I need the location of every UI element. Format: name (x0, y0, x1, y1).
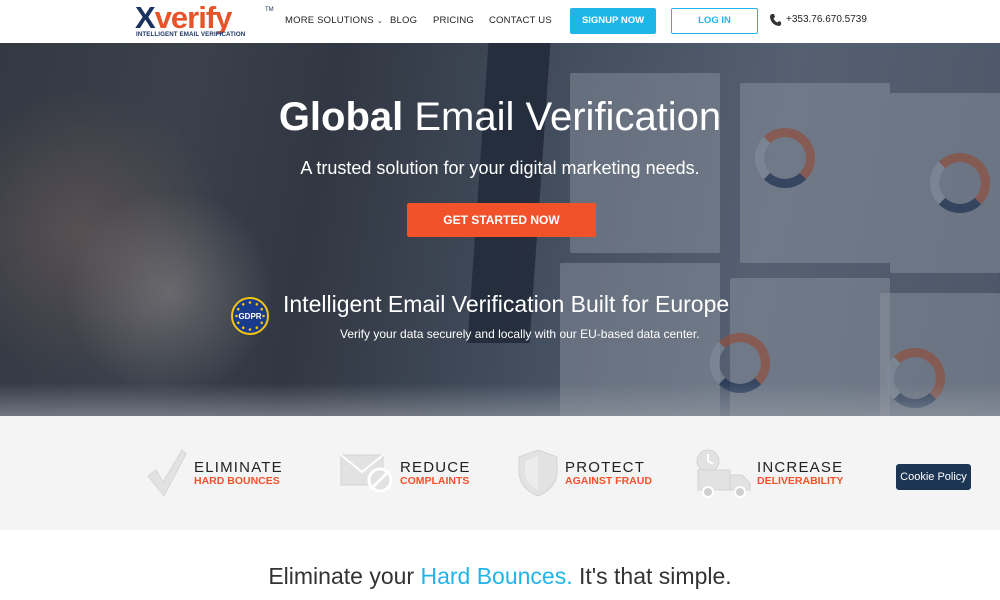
hero-bg-laptop-base (0, 383, 1000, 416)
hero-title: Global Email Verification (0, 95, 1000, 139)
heading-pre: Eliminate your (268, 563, 421, 589)
nav-blog[interactable]: BLOG (390, 15, 417, 26)
cookie-policy-button[interactable]: Cookie Policy (896, 464, 971, 490)
feature-sub-complaints: COMPLAINTS (400, 475, 470, 487)
feature-title-protect: PROTECT (565, 459, 646, 476)
shield-icon (518, 449, 558, 497)
hero-subtitle: A trusted solution for your digital mark… (300, 158, 700, 178)
delivery-truck-icon (696, 449, 751, 498)
heading-post: It's that simple. (572, 563, 732, 589)
nav-pricing[interactable]: PRICING (433, 15, 474, 26)
eu-title: Intelligent Email Verification Built for… (283, 291, 730, 317)
get-started-button[interactable]: GET STARTED NOW (407, 203, 596, 237)
phone-number[interactable]: +353.76.670.5739 (786, 14, 867, 25)
nav-contact-us[interactable]: CONTACT US (489, 15, 552, 26)
feature-title-increase: INCREASE (757, 459, 844, 476)
gdpr-label: GDPR (238, 312, 262, 321)
feature-sub-hard-bounces: HARD BOUNCES (194, 475, 280, 487)
hero-title-bold: Global (278, 95, 404, 139)
section-heading: Eliminate your Hard Bounces. It's that s… (0, 563, 1000, 590)
feature-sub-deliverability: DELIVERABILITY (757, 475, 844, 487)
nav-more-solutions-label: MORE SOLUTIONS (285, 15, 374, 26)
hero-title-rest: Email Verification (403, 95, 722, 139)
feature-title-reduce: REDUCE (400, 459, 471, 476)
signup-button[interactable]: SIGNUP NOW (570, 8, 656, 34)
gdpr-badge-icon: GDPR (231, 297, 269, 335)
feature-title-eliminate: ELIMINATE (194, 459, 283, 476)
nav-more-solutions[interactable]: MORE SOLUTIONS ⌄ (285, 15, 383, 26)
envelope-block-icon (340, 454, 393, 492)
xverify-logo[interactable]: Xverify TM INTELLIGENT EMAIL VERIFICATIO… (135, 0, 274, 40)
feature-sub-against-fraud: AGAINST FRAUD (565, 475, 652, 487)
logo-trademark: TM (265, 7, 274, 13)
phone-icon (770, 14, 781, 26)
logo-tagline: INTELLIGENT EMAIL VERIFICATION (136, 31, 246, 38)
login-button[interactable]: LOG IN (671, 8, 758, 34)
chevron-down-icon: ⌄ (376, 18, 383, 25)
eu-subtitle: Verify your data securely and locally wi… (340, 327, 700, 341)
checkmark-icon (147, 449, 187, 497)
heading-highlight: Hard Bounces. (420, 563, 573, 589)
top-navbar: Xverify TM INTELLIGENT EMAIL VERIFICATIO… (0, 0, 1000, 43)
hero-section: Global Email Verification A trusted solu… (0, 43, 1000, 416)
features-bar: ELIMINATE HARD BOUNCES REDUCE COMPLAINTS… (0, 416, 1000, 530)
